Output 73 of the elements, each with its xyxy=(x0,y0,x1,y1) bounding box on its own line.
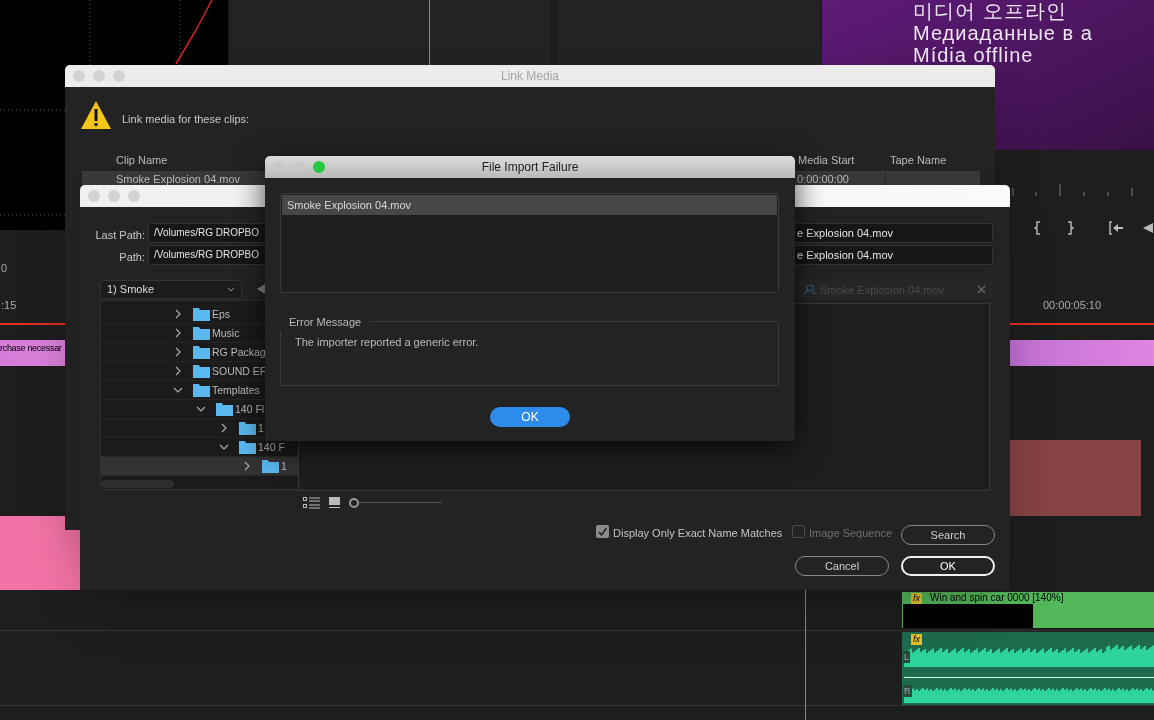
message-text: Link media for these clips: xyxy=(122,112,250,127)
list-view-icon xyxy=(303,497,321,509)
fx-badge: fx xyxy=(911,593,922,604)
folder-label: RG Packag xyxy=(212,345,266,360)
field-label: Last Path: xyxy=(94,228,145,243)
chevron-down-icon[interactable] xyxy=(173,385,183,395)
mark-in-icon xyxy=(1034,221,1042,235)
step-back-icon xyxy=(1142,222,1154,234)
chevron-down-icon[interactable] xyxy=(219,442,229,452)
folder-icon xyxy=(193,307,210,321)
checkbox[interactable] xyxy=(596,525,609,538)
clip-label: Win and spin car 0000 [140%] xyxy=(930,592,1064,604)
checkbox-label: Image Sequence xyxy=(809,526,893,541)
chevron-right-icon[interactable] xyxy=(173,347,183,357)
folder-icon xyxy=(193,364,210,378)
folder-icon xyxy=(239,421,256,435)
warning-icon xyxy=(80,100,112,130)
folder-label: 140 F xyxy=(258,440,285,455)
slate-text: Медиаданные в а xyxy=(913,23,1093,43)
table-cell-text: 0:00:00:00 xyxy=(797,172,849,187)
column-header: Tape Name xyxy=(890,153,947,168)
folder-label: 1 xyxy=(258,421,264,436)
back-arrow-icon xyxy=(257,283,265,295)
folder-label: 1 xyxy=(281,459,287,474)
folder-icon xyxy=(262,459,279,473)
clip-label: rchase necessar xyxy=(0,343,62,353)
playhead-line xyxy=(429,0,430,66)
folder-icon xyxy=(216,402,233,416)
table-cell-text: Smoke Explosion 04.mov xyxy=(116,172,241,187)
playhead-range-line xyxy=(0,323,66,325)
file-list-item[interactable]: Smoke Explosion 04.mov xyxy=(282,195,777,215)
channel-label: L xyxy=(903,651,910,663)
timecode-label: :15 xyxy=(1,298,17,313)
folder-icon xyxy=(193,345,210,359)
folder-label: Music xyxy=(212,326,240,341)
column-header: Media Start xyxy=(798,153,855,168)
field-label: Path: xyxy=(118,250,145,265)
folder-label: Eps xyxy=(212,307,231,322)
chevron-right-icon[interactable] xyxy=(219,423,229,433)
timecode-label: 00:00:05:10 xyxy=(1043,298,1102,313)
field-value: /Volumes/RG DROPBO xyxy=(154,226,260,240)
field-value: /Volumes/RG DROPBO xyxy=(154,248,260,262)
window-title: Link Media xyxy=(500,68,560,85)
chevron-right-icon[interactable] xyxy=(173,328,183,338)
chevron-down-icon xyxy=(227,287,235,292)
chevron-down-icon[interactable] xyxy=(196,404,206,414)
mark-out-icon xyxy=(1066,221,1074,235)
dialog-button[interactable]: OK xyxy=(901,556,995,576)
chevron-right-icon[interactable] xyxy=(173,309,183,319)
zoom-slider[interactable] xyxy=(349,497,444,509)
folder-icon xyxy=(193,383,210,397)
go-to-in-icon xyxy=(1108,221,1124,235)
search-icon xyxy=(802,284,816,295)
channel-label: R xyxy=(903,685,912,697)
fx-badge: fx xyxy=(911,634,922,645)
field-value: e Explosion 04.mov xyxy=(797,248,893,263)
checkbox-label: Display Only Exact Name Matches xyxy=(613,526,783,541)
folder-label: Templates xyxy=(212,383,260,398)
chevron-right-icon[interactable] xyxy=(242,461,252,471)
field-value: e Explosion 04.mov xyxy=(797,226,893,241)
chevron-right-icon[interactable] xyxy=(173,366,183,376)
folder-icon xyxy=(239,440,256,454)
tree-row[interactable]: 1 xyxy=(101,457,299,476)
close-icon xyxy=(977,285,986,294)
window-title: File Import Failure xyxy=(480,159,580,176)
column-header: Clip Name xyxy=(116,153,168,168)
thumbnail-view-icon xyxy=(329,497,341,509)
slate-text: 미디어 오프라인 xyxy=(913,1,1067,21)
bin-dropdown[interactable]: 1) Smoke xyxy=(100,280,242,299)
folder-label: 140 Fl xyxy=(235,402,265,417)
slate-text: Mídia offline xyxy=(913,45,1034,65)
folder-icon xyxy=(193,326,210,340)
slider-thumb[interactable] xyxy=(349,498,359,508)
